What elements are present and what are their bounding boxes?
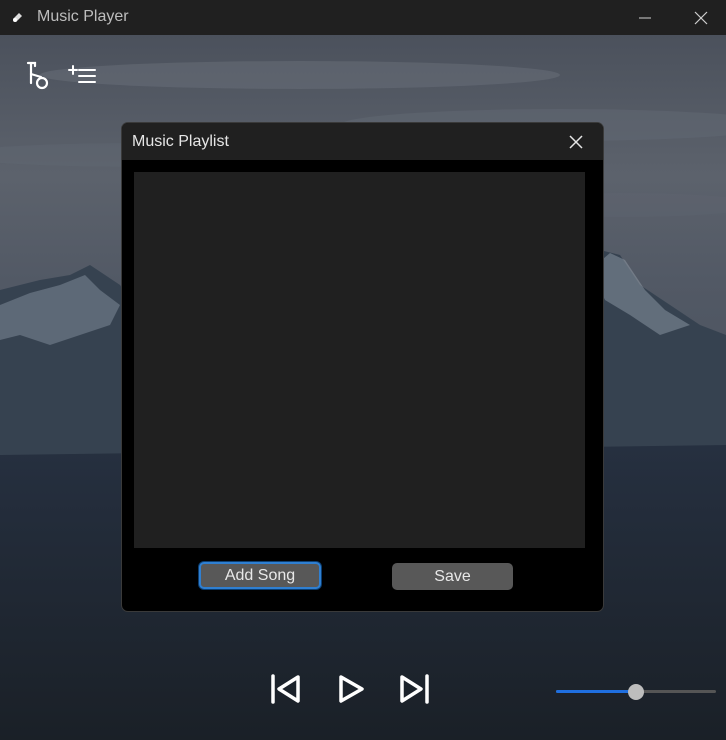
dialog-close-button[interactable]	[559, 128, 593, 156]
add-to-playlist-button[interactable]	[66, 59, 98, 91]
volume-thumb[interactable]	[628, 684, 644, 700]
next-track-icon	[400, 674, 429, 704]
playlist-dialog: Music Playlist Add Song Save	[121, 122, 604, 612]
title-bar: Music Player	[0, 0, 726, 35]
app-icon	[11, 10, 25, 24]
minimize-icon	[639, 17, 651, 18]
add-song-button[interactable]: Add Song	[199, 562, 321, 589]
volume-slider[interactable]	[556, 684, 716, 700]
dialog-title: Music Playlist	[132, 133, 229, 150]
song-list[interactable]	[134, 172, 585, 548]
close-window-button[interactable]	[678, 0, 724, 35]
music-note-button[interactable]	[21, 59, 53, 91]
next-track-button[interactable]	[395, 669, 435, 709]
save-button[interactable]: Save	[392, 563, 513, 590]
add-to-playlist-icon	[68, 65, 96, 83]
music-note-icon	[26, 61, 49, 90]
volume-fill	[556, 690, 636, 693]
play-button[interactable]	[330, 669, 370, 709]
previous-track-icon	[271, 674, 300, 704]
close-icon	[694, 11, 708, 24]
play-icon	[339, 675, 364, 703]
previous-track-button[interactable]	[265, 669, 305, 709]
dialog-header: Music Playlist	[122, 123, 603, 160]
close-icon	[569, 135, 583, 149]
minimize-button[interactable]	[622, 0, 668, 35]
window-title: Music Player	[37, 8, 129, 25]
